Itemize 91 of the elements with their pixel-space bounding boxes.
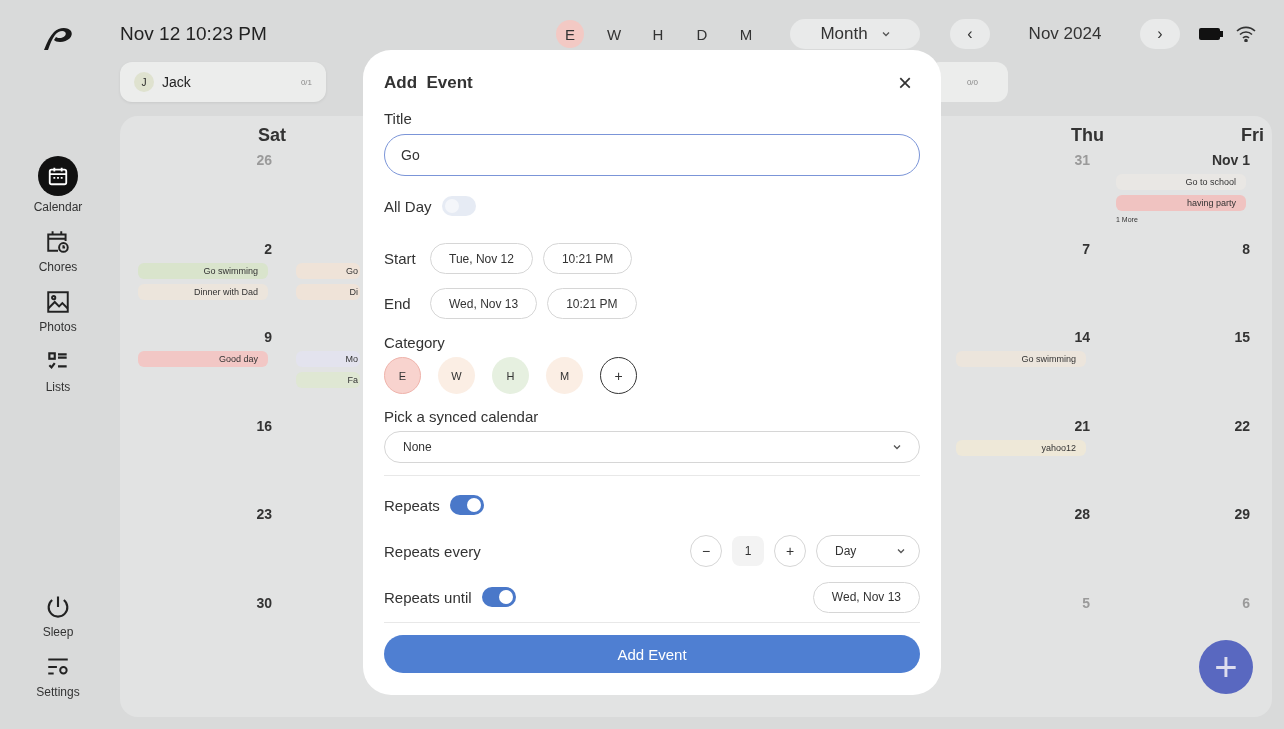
add-category-button[interactable]: + (600, 357, 637, 394)
field-label: Category (384, 334, 446, 351)
date-number: 8 (1241, 240, 1251, 259)
date-number: 29 (1233, 506, 1251, 524)
field-label: Pick a synced calendar (384, 408, 540, 425)
calendar-icon (47, 165, 69, 187)
field-label: All Day (384, 197, 432, 215)
date-button[interactable]: Wed, Nov 13 (812, 581, 920, 613)
field-label: Repeats until (384, 588, 472, 606)
sidebar-item[interactable]: Sleep (42, 593, 74, 639)
date-number: 30 (255, 594, 273, 613)
task-count: 0/0 (966, 77, 978, 87)
repeats-toggle[interactable] (449, 495, 484, 515)
date-number: 16 (255, 417, 273, 436)
avatar: J (134, 72, 154, 92)
close-button[interactable]: × (890, 69, 920, 97)
event-chip[interactable]: Good day (138, 351, 268, 367)
event-chip[interactable]: Di (296, 283, 360, 300)
field-label: Title (384, 110, 413, 127)
date-number: 14 (1073, 329, 1091, 347)
time-button[interactable]: 10:21 PM (547, 288, 637, 319)
date-number: 2 (263, 240, 273, 259)
date-number: 28 (1073, 506, 1091, 524)
category-filter[interactable]: D (688, 20, 716, 48)
event-chip[interactable]: having party (1116, 195, 1246, 211)
wifi-icon (1236, 26, 1256, 42)
unit-dropdown[interactable]: Day (816, 535, 920, 567)
date-number: 9 (263, 329, 273, 347)
event-chip[interactable]: Go swimming (138, 262, 268, 279)
date-number: 23 (255, 506, 273, 524)
category-filter[interactable]: H (644, 20, 672, 48)
category-filter[interactable]: W (600, 20, 628, 48)
weekday-header: Fri (1240, 124, 1265, 147)
calendar-dropdown[interactable]: None (384, 431, 920, 463)
sidebar-item[interactable]: Chores (38, 228, 78, 274)
field-label: End (384, 295, 412, 312)
event-chip[interactable]: Go to school (1116, 174, 1246, 190)
event-chip[interactable]: yahoo12 (956, 439, 1086, 456)
date-number: 5 (1081, 594, 1091, 613)
member-name: Jack (162, 74, 192, 90)
dialog-title: Add Event (384, 73, 473, 93)
month-label: Nov 2024 (1027, 24, 1103, 44)
category-filter[interactable]: E (556, 20, 584, 48)
date-button[interactable]: Tue, Nov 12 (430, 243, 533, 274)
increment-button[interactable]: + (774, 535, 806, 567)
category-chip[interactable]: M (546, 357, 583, 394)
event-chip[interactable]: Mo (296, 351, 360, 367)
weekday-header: Thu (1070, 124, 1105, 147)
sidebar-item[interactable]: Photos (39, 288, 77, 334)
field-label: Start (384, 250, 417, 267)
title-input[interactable]: Go (384, 134, 920, 176)
caret-icon (893, 444, 901, 450)
time-button[interactable]: 10:21 PM (542, 243, 633, 274)
date-number: Nov 1 (1210, 152, 1251, 170)
repeat-count: 1 (732, 536, 764, 566)
decrement-button[interactable]: − (690, 535, 722, 567)
task-count: 0/1 (300, 77, 312, 87)
add-event-button[interactable]: Add Event (384, 635, 920, 673)
sidebar-item[interactable]: Lists (44, 348, 72, 394)
event-chip[interactable]: Fa (296, 372, 360, 388)
weekday-header: Sat (257, 124, 287, 147)
date-number: 31 (1073, 152, 1091, 170)
member-card[interactable]: J Jack 0/1 (120, 62, 326, 102)
date-number: 22 (1233, 417, 1251, 436)
category-chip[interactable]: E (384, 357, 421, 394)
category-filter[interactable]: M (732, 20, 760, 48)
category-chip[interactable]: W (438, 357, 475, 394)
sidebar-item[interactable]: Settings (36, 653, 80, 699)
category-chip[interactable]: H (492, 357, 529, 394)
caret-icon (897, 548, 905, 554)
event-chip[interactable]: Go (296, 262, 360, 279)
field-label: Repeats every (384, 542, 482, 560)
calendar-clock-icon (45, 229, 71, 255)
date-number: 6 (1241, 594, 1251, 613)
event-chip[interactable]: Go swimming (956, 351, 1086, 367)
repeats-until-toggle[interactable] (481, 587, 516, 607)
event-chip[interactable]: Dinner with Dad (138, 283, 268, 300)
date-number: 7 (1081, 240, 1091, 259)
date-number: 26 (255, 152, 273, 170)
caret-icon (881, 31, 890, 37)
date-number: 21 (1073, 417, 1091, 436)
image-icon (45, 289, 71, 315)
field-label: Repeats (384, 496, 440, 514)
date-button[interactable]: Wed, Nov 13 (430, 288, 538, 319)
battery-icon (1198, 27, 1224, 41)
view-dropdown[interactable]: Month (790, 19, 920, 49)
previous-button[interactable]: ‹ (950, 19, 990, 49)
all-day-toggle[interactable] (441, 196, 476, 216)
date-number: 15 (1233, 329, 1251, 347)
next-button[interactable]: › (1140, 19, 1180, 49)
clock-text: Nov 12 10:23 PM (120, 23, 268, 45)
